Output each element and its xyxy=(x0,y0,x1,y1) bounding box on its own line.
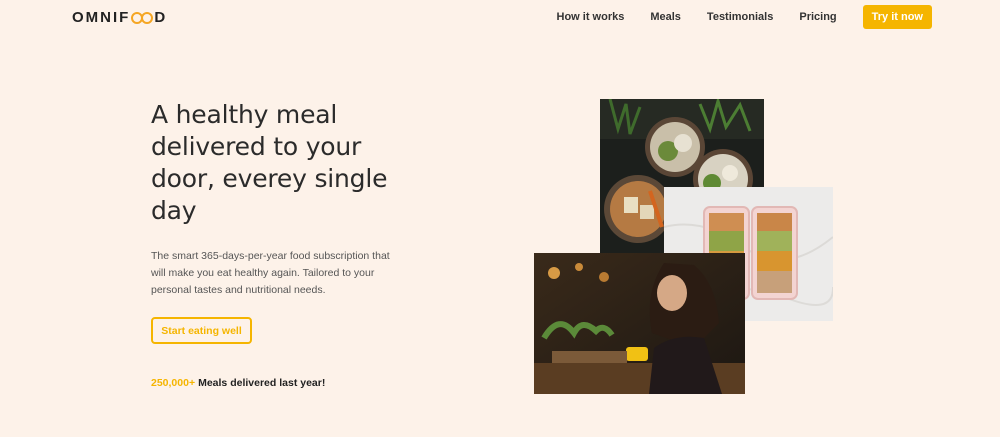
hero-title: A healthy meal delivered to your door, e… xyxy=(151,100,388,225)
nav-testimonials[interactable]: Testimonials xyxy=(707,5,773,29)
page: OMNIF D How it works Meals Testimonials … xyxy=(0,0,1000,437)
nav-how-it-works[interactable]: How it works xyxy=(557,5,625,29)
delivered-count: 250,000+ xyxy=(151,377,196,389)
site-header: OMNIF D How it works Meals Testimonials … xyxy=(0,0,1000,36)
infinity-logo-icon xyxy=(131,11,154,25)
logo-text-right: D xyxy=(154,9,168,26)
main-nav: How it works Meals Testimonials Pricing … xyxy=(557,5,932,29)
nav-meals[interactable]: Meals xyxy=(650,5,681,29)
start-eating-well-button[interactable]: Start eating well xyxy=(151,317,252,344)
nav-pricing[interactable]: Pricing xyxy=(799,5,836,29)
hero-description: The smart 365-days-per-year food subscri… xyxy=(151,250,390,296)
omnifood-logo[interactable]: OMNIF D xyxy=(72,9,167,26)
woman-eating-image xyxy=(534,253,745,394)
logo-text-left: OMNIF xyxy=(72,9,131,26)
delivered-text: Meals delivered last year! xyxy=(198,377,326,389)
delivered-stat: 250,000+ Meals delivered last year! xyxy=(151,377,325,389)
try-it-now-button[interactable]: Try it now xyxy=(862,5,932,29)
